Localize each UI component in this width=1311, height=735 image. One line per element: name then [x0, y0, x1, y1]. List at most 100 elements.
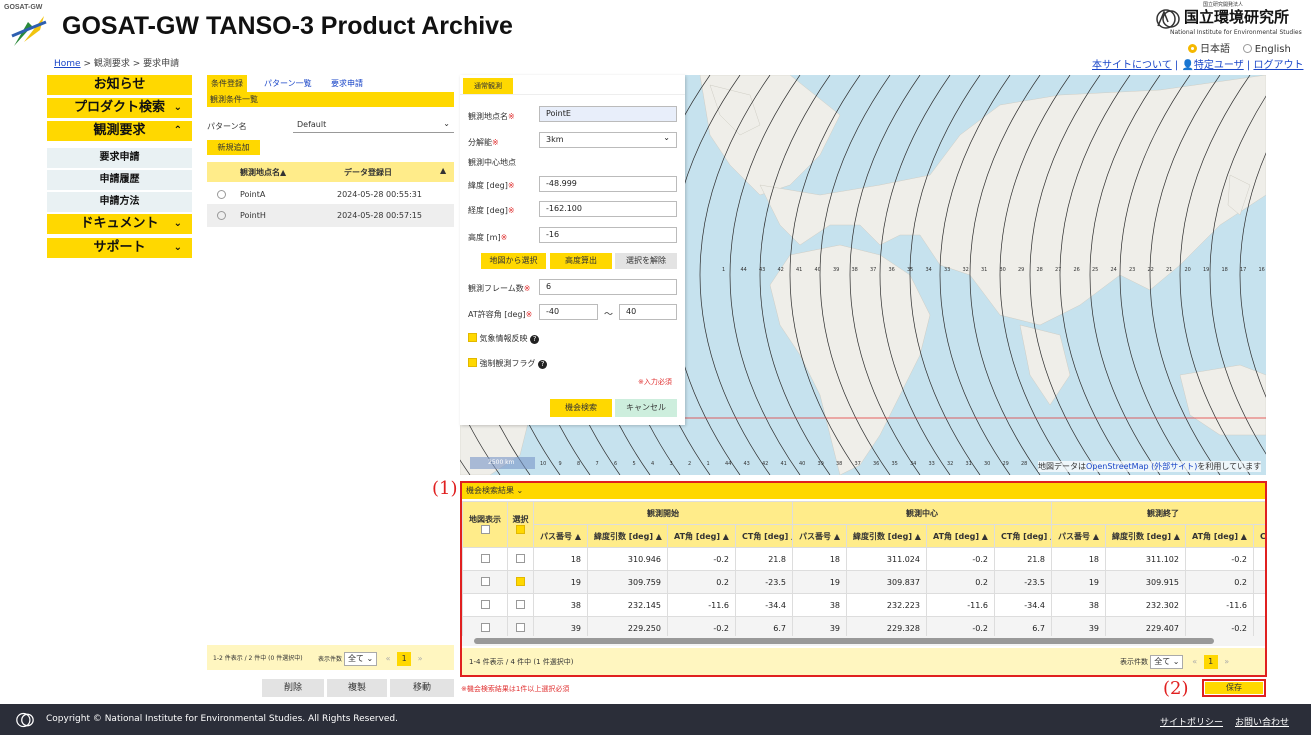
- logout-link[interactable]: ログアウト: [1253, 60, 1303, 71]
- col-sub-header[interactable]: AT角 [deg] ▲: [667, 524, 736, 548]
- lat-input[interactable]: -48.999: [539, 176, 677, 192]
- nies-logo-icon: [1156, 9, 1180, 29]
- path-number-label: 43: [759, 267, 765, 273]
- move-button[interactable]: 移動: [390, 679, 454, 697]
- table-row[interactable]: 18 310.946 -0.2 21.8 18 311.024 -0.2 21.8 18 311.…: [462, 547, 1265, 571]
- col-sub-header[interactable]: パス番号 ▲: [792, 524, 847, 548]
- contact-link[interactable]: お問い合わせ: [1235, 715, 1289, 728]
- sort-icon[interactable]: ▲: [440, 166, 446, 175]
- point-name-input[interactable]: PointE: [539, 106, 677, 122]
- map-display-checkbox[interactable]: [480, 600, 490, 609]
- next-page-button[interactable]: »: [1219, 655, 1234, 669]
- table-row[interactable]: 39 229.250 -0.2 6.7 39 229.328 -0.2 6.7 39 229.40…: [462, 616, 1265, 636]
- cancel-button[interactable]: キャンセル: [615, 399, 677, 417]
- table-row[interactable]: 19 309.759 0.2 -23.5 19 309.837 0.2 -23.5 19 309.…: [462, 570, 1265, 594]
- path-number-label: 33: [944, 267, 950, 273]
- range-tilde: 〜: [604, 310, 614, 320]
- map-display-checkbox[interactable]: [480, 554, 490, 563]
- row-radio[interactable]: [217, 211, 229, 222]
- nav-obs-request[interactable]: 観測要求 ⌃: [47, 121, 192, 141]
- page-button[interactable]: 1: [1203, 655, 1218, 669]
- col-sub-header[interactable]: AT角 [deg] ▲: [1185, 524, 1254, 548]
- select-checkbox[interactable]: [516, 577, 525, 586]
- result-cell: -11.6: [667, 593, 736, 617]
- row-radio[interactable]: [217, 190, 229, 201]
- tab-normal-obs[interactable]: 通常観測: [463, 78, 513, 94]
- about-link[interactable]: 本サイトについて: [1092, 60, 1172, 71]
- nav-product-search[interactable]: プロダクト検索 ⌄: [47, 98, 192, 118]
- help-icon[interactable]: ?: [530, 335, 540, 344]
- col-sub-header[interactable]: 緯度引数 [deg] ▲: [1105, 524, 1186, 548]
- tab-pattern-list[interactable]: パターン一覧: [260, 75, 316, 92]
- tab-condition[interactable]: 条件登録: [207, 75, 247, 92]
- search-opportunity-button[interactable]: 機会検索: [550, 399, 612, 417]
- per-page-select[interactable]: 全て ⌄: [343, 652, 378, 666]
- nav-sub-history[interactable]: 申請履歴: [47, 170, 192, 190]
- calc-alt-button[interactable]: 高度算出: [550, 253, 612, 269]
- breadcrumb-item[interactable]: 観測要求: [94, 59, 130, 69]
- nav-notice[interactable]: お知らせ: [47, 75, 192, 95]
- tab-request[interactable]: 要求申請: [327, 75, 367, 92]
- resolution-select[interactable]: 3km ⌄: [539, 132, 677, 148]
- prev-page-button[interactable]: «: [1187, 655, 1202, 669]
- result-cell: -11.6: [1185, 593, 1254, 617]
- map-all-checkbox[interactable]: [480, 525, 490, 534]
- breadcrumb-current: 要求申請: [143, 59, 180, 69]
- user-link[interactable]: 特定ユーザ: [1194, 60, 1244, 71]
- next-page-button[interactable]: »: [413, 652, 428, 666]
- point-name-label: 観測地点名※: [468, 112, 515, 121]
- map-cell: [462, 593, 508, 617]
- frames-input[interactable]: 6: [539, 279, 677, 295]
- col-point-name[interactable]: 観測地点名▲: [240, 167, 286, 178]
- new-pattern-button[interactable]: 新規追加: [207, 140, 260, 155]
- prev-page-button[interactable]: «: [381, 652, 396, 666]
- breadcrumb-home[interactable]: Home: [54, 59, 81, 69]
- clear-selection-button[interactable]: 選択を解除: [615, 253, 677, 269]
- help-icon[interactable]: ?: [538, 360, 548, 369]
- scrollbar-thumb[interactable]: [474, 638, 1214, 644]
- col-date[interactable]: データ登録日: [344, 167, 392, 178]
- lang-en-option[interactable]: English: [1242, 44, 1291, 55]
- lang-ja-option[interactable]: 日本語: [1188, 44, 1230, 55]
- weather-checkbox[interactable]: 気象情報反映 ?: [468, 333, 540, 344]
- table-row[interactable]: 38 232.145 -11.6 -34.4 38 232.223 -11.6 -34.4 38…: [462, 593, 1265, 617]
- map-display-checkbox[interactable]: [480, 623, 490, 632]
- col-sub-header[interactable]: 緯度引数 [deg] ▲: [587, 524, 668, 548]
- nav-sub-method[interactable]: 申請方法: [47, 192, 192, 212]
- horizontal-scrollbar[interactable]: [462, 636, 1265, 646]
- force-obs-checkbox[interactable]: 強制観測フラグ ?: [468, 358, 548, 369]
- map-scale: 2500 km: [470, 457, 535, 469]
- nav-sub-request[interactable]: 要求申請: [47, 148, 192, 168]
- site-policy-link[interactable]: サイトポリシー: [1160, 715, 1223, 728]
- result-cell: -0.2: [667, 547, 736, 571]
- col-sub-header[interactable]: パス番号 ▲: [1051, 524, 1106, 548]
- select-from-map-button[interactable]: 地図から選択: [481, 253, 546, 269]
- section-title: 観測条件一覧: [207, 92, 454, 107]
- map-display-checkbox[interactable]: [480, 577, 490, 586]
- nav-documents[interactable]: ドキュメント ⌄: [47, 214, 192, 234]
- copy-button[interactable]: 複製: [327, 679, 387, 697]
- page-button[interactable]: 1: [397, 652, 412, 666]
- col-sub-header[interactable]: 緯度引数 [deg] ▲: [846, 524, 927, 548]
- results-header[interactable]: 機会検索結果 ⌄: [462, 483, 1265, 499]
- alt-input[interactable]: -16: [539, 227, 677, 243]
- col-sub-header[interactable]: CT角 [deg] ▲: [735, 524, 793, 548]
- nav-support[interactable]: サポート ⌄: [47, 238, 192, 258]
- lon-input[interactable]: -162.100: [539, 201, 677, 217]
- col-sub-header[interactable]: AT角 [deg] ▲: [926, 524, 995, 548]
- col-sub-header[interactable]: パス番号 ▲: [533, 524, 588, 548]
- at-max-input[interactable]: 40: [619, 304, 677, 320]
- per-page-select[interactable]: 全て ⌄: [1150, 655, 1184, 669]
- col-sub-header[interactable]: CT角: [1253, 524, 1265, 548]
- select-checkbox[interactable]: [516, 554, 525, 563]
- col-sub-header[interactable]: CT角 [deg] ▲: [994, 524, 1052, 548]
- frames-label: 観測フレーム数※: [468, 284, 531, 293]
- pattern-select[interactable]: Default ⌄: [293, 119, 454, 133]
- at-min-input[interactable]: -40: [539, 304, 598, 320]
- delete-button[interactable]: 削除: [262, 679, 324, 697]
- select-all-checkbox[interactable]: [516, 525, 525, 534]
- select-checkbox[interactable]: [516, 623, 525, 632]
- save-button[interactable]: 保存: [1205, 682, 1263, 694]
- osm-link[interactable]: OpenStreetMap (外部サイト): [1086, 462, 1197, 471]
- select-checkbox[interactable]: [516, 600, 525, 609]
